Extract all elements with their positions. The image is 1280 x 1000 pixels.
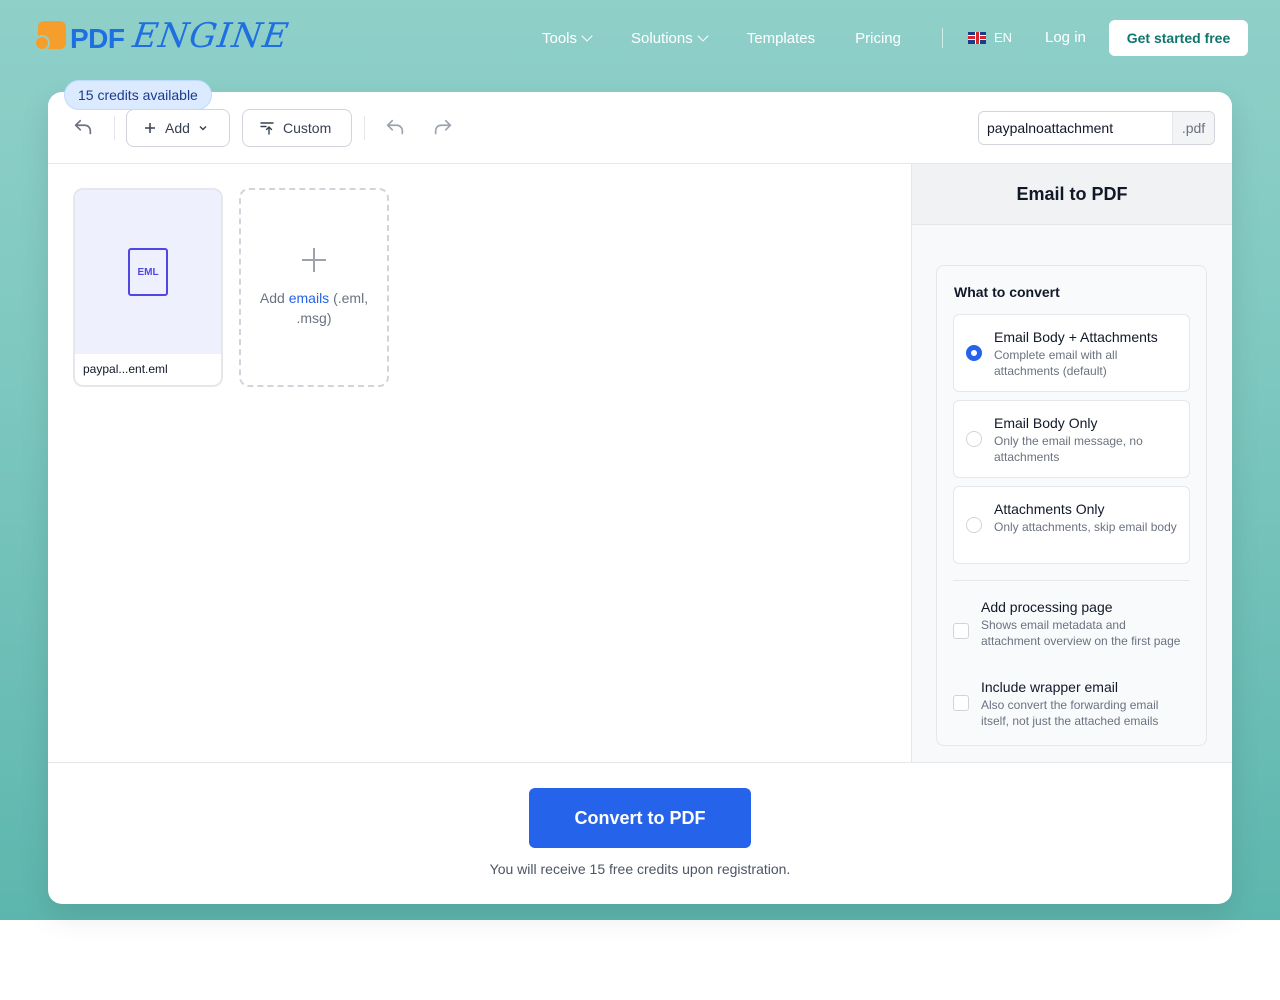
option-label: Email Body + Attachments bbox=[994, 329, 1158, 345]
eml-file-icon: EML bbox=[128, 248, 168, 296]
option-body-attachments[interactable]: Email Body + Attachments Complete email … bbox=[953, 314, 1190, 392]
add-suffix-2: .msg) bbox=[296, 309, 332, 326]
check-label: Add processing page bbox=[981, 599, 1113, 615]
nav-pricing-label: Pricing bbox=[855, 29, 901, 47]
get-started-button[interactable]: Get started free bbox=[1109, 20, 1248, 56]
filename-input[interactable] bbox=[979, 112, 1172, 144]
options-divider bbox=[953, 580, 1190, 581]
brand-logo[interactable]: PDF ENGINE bbox=[34, 16, 292, 56]
add-prefix: Add bbox=[259, 289, 285, 306]
radio-empty-icon[interactable] bbox=[966, 431, 982, 447]
option-desc: Only the email message, no attachments bbox=[994, 434, 1143, 464]
nav-pricing[interactable]: Pricing bbox=[855, 30, 901, 47]
site-header: PDF ENGINE Tools Solutions Templates Pri… bbox=[0, 0, 1280, 76]
undo-icon[interactable] bbox=[384, 117, 406, 139]
logo-text-pdf: PDF bbox=[70, 23, 125, 54]
nav-templates[interactable]: Templates bbox=[747, 30, 815, 47]
custom-button-label: Custom bbox=[283, 120, 332, 136]
chevron-down-icon bbox=[697, 29, 709, 42]
toolbar-separator bbox=[114, 116, 115, 140]
option-label: Email Body Only bbox=[994, 415, 1098, 431]
file-workspace: EML paypal...ent.eml Add emails (.eml, .… bbox=[48, 164, 911, 762]
nav-tools-label: Tools bbox=[542, 29, 578, 47]
option-desc: Complete email with all attachments (def… bbox=[994, 348, 1118, 378]
filename-extension: .pdf bbox=[1172, 112, 1214, 144]
check-wrapper-email[interactable]: Include wrapper email Also convert the f… bbox=[953, 679, 1190, 729]
nav-divider bbox=[942, 28, 943, 48]
check-desc: Shows email metadata and attachment over… bbox=[981, 618, 1181, 648]
add-button-label: Add bbox=[165, 120, 190, 136]
section-title: What to convert bbox=[954, 284, 1060, 300]
add-emails-dropzone[interactable]: Add emails (.eml, .msg) bbox=[239, 188, 389, 387]
file-name: paypal...ent.eml bbox=[83, 362, 168, 376]
toolbar-separator bbox=[364, 116, 365, 140]
nav-templates-label: Templates bbox=[746, 29, 816, 47]
plus-icon bbox=[302, 247, 326, 272]
chevron-down-icon bbox=[581, 29, 593, 42]
option-label: Attachments Only bbox=[994, 501, 1105, 517]
radio-selected-icon[interactable] bbox=[966, 345, 982, 361]
main-nav: Tools Solutions Templates Pricing bbox=[542, 20, 941, 56]
file-card[interactable]: EML paypal...ent.eml bbox=[73, 188, 223, 387]
convert-footer: Convert to PDF You will receive 15 free … bbox=[48, 762, 1232, 904]
converter-card: Add Custom .pdf EML paypal...ent.eml bbox=[48, 92, 1232, 904]
custom-button[interactable]: Custom bbox=[242, 109, 352, 147]
option-body-only[interactable]: Email Body Only Only the email message, … bbox=[953, 400, 1190, 478]
language-selector[interactable]: EN bbox=[968, 30, 1012, 45]
nav-solutions-label: Solutions bbox=[631, 29, 693, 47]
sort-upload-icon bbox=[260, 122, 274, 135]
nav-tools[interactable]: Tools bbox=[542, 29, 593, 47]
convert-options: What to convert Email Body + Attachments… bbox=[936, 265, 1207, 746]
language-code: EN bbox=[994, 30, 1013, 45]
check-desc: Also convert the forwarding email itself… bbox=[981, 698, 1159, 728]
add-emails-link[interactable]: emails bbox=[289, 290, 329, 306]
nav-solutions[interactable]: Solutions bbox=[631, 29, 709, 47]
checkbox[interactable] bbox=[953, 695, 969, 711]
settings-panel: Email to PDF What to convert Email Body … bbox=[911, 164, 1232, 762]
filename-field: .pdf bbox=[978, 111, 1215, 145]
credits-badge: 15 credits available bbox=[64, 80, 212, 110]
option-attachments-only[interactable]: Attachments Only Only attachments, skip … bbox=[953, 486, 1190, 564]
add-suffix-1: (.eml, bbox=[333, 289, 369, 306]
checkbox[interactable] bbox=[953, 623, 969, 639]
chevron-down-icon bbox=[199, 126, 207, 131]
login-link[interactable]: Log in bbox=[1045, 29, 1086, 46]
check-processing-page[interactable]: Add processing page Shows email metadata… bbox=[953, 599, 1190, 663]
toolbar: Add Custom .pdf bbox=[48, 92, 1232, 164]
registration-note: You will receive 15 free credits upon re… bbox=[489, 861, 791, 877]
option-desc: Only attachments, skip email body bbox=[994, 520, 1177, 534]
convert-to-pdf-button[interactable]: Convert to PDF bbox=[529, 788, 751, 848]
add-button[interactable]: Add bbox=[126, 109, 230, 147]
logo-text-engine: ENGINE bbox=[129, 16, 292, 56]
uk-flag-icon bbox=[968, 31, 986, 44]
panel-title: Email to PDF bbox=[912, 164, 1232, 225]
add-emails-text: Add emails (.eml, .msg) bbox=[248, 288, 380, 328]
radio-empty-icon[interactable] bbox=[966, 517, 982, 533]
check-label: Include wrapper email bbox=[981, 679, 1118, 695]
logo-mark-icon bbox=[34, 19, 68, 53]
file-thumbnail: EML bbox=[75, 190, 221, 354]
plus-icon bbox=[145, 123, 155, 133]
back-arrow-icon[interactable] bbox=[72, 117, 94, 139]
redo-icon[interactable] bbox=[432, 117, 454, 139]
